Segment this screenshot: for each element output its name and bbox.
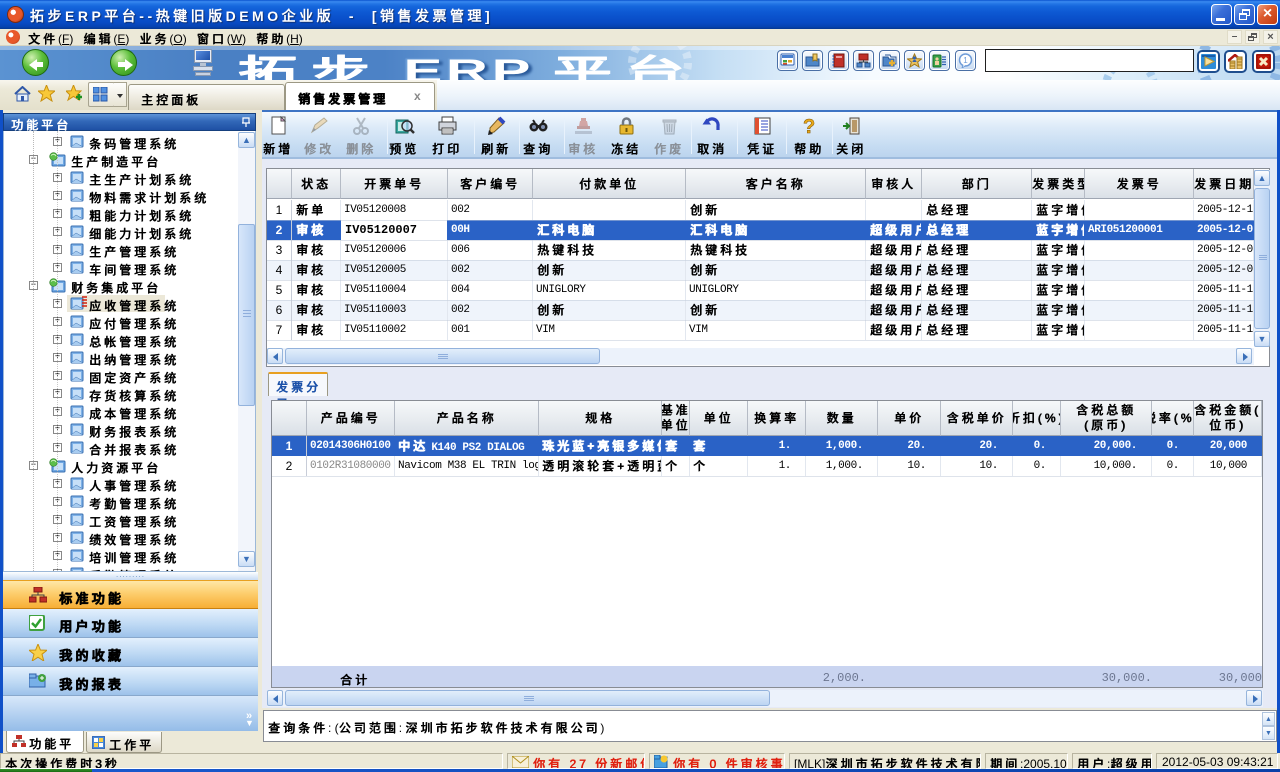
svg-text:?: ? — [803, 116, 815, 136]
svg-text:1: 1 — [963, 56, 968, 65]
